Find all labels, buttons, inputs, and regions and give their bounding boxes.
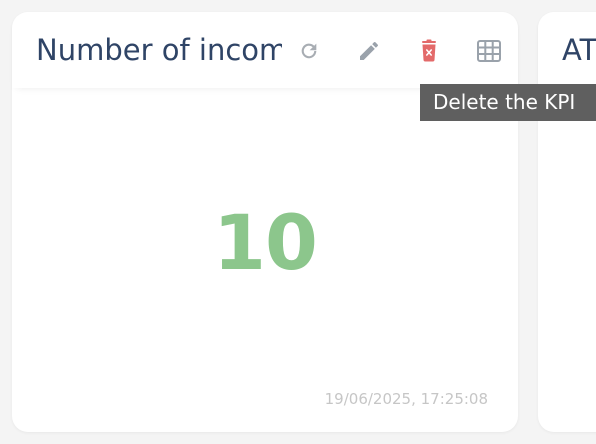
refresh-button[interactable] [294, 36, 324, 66]
pencil-icon [360, 42, 378, 60]
delete-kpi-tooltip: Delete the KPI [420, 84, 596, 121]
kpi-title: Number of incoming [36, 33, 282, 67]
kpi-value: 10 [213, 198, 318, 287]
delete-button[interactable] [414, 36, 444, 66]
table-icon [477, 40, 501, 62]
edit-button[interactable] [354, 36, 384, 66]
trash-icon [422, 39, 436, 62]
kpi-card-header: Number of incoming [12, 12, 518, 88]
dashboard-canvas: Number of incoming [0, 0, 596, 444]
kpi-card-next-header: AT [538, 12, 596, 88]
last-updated-timestamp: 19/06/2025, 17:25:08 [324, 390, 488, 408]
table-view-button[interactable] [474, 36, 504, 66]
kpi-card-next: AT [538, 12, 596, 432]
refresh-icon [301, 43, 317, 59]
kpi-title-next: AT [562, 33, 596, 67]
kpi-card: Number of incoming [12, 12, 518, 432]
